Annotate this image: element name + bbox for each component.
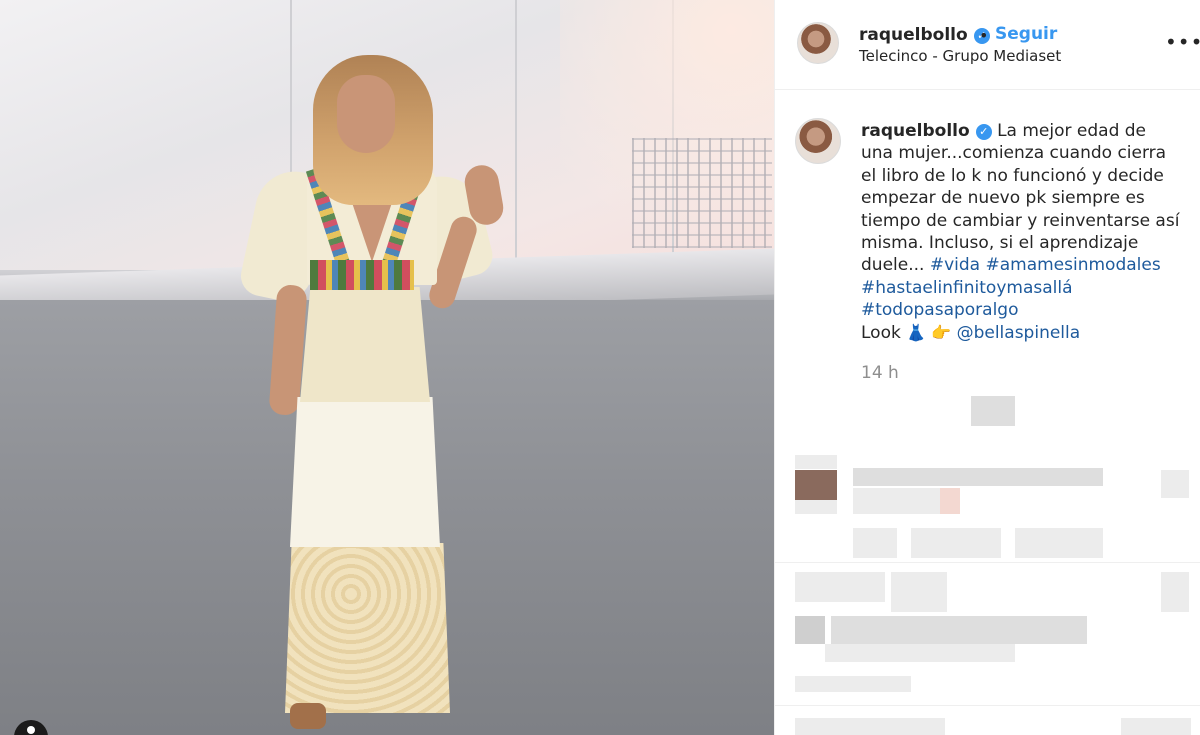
post-side-panel: raquelbollo ✓ • Seguir Telecinco - Grupo … bbox=[774, 0, 1200, 735]
more-horizontal-icon[interactable]: ••• bbox=[1165, 30, 1200, 54]
pixelated-like bbox=[1161, 572, 1189, 612]
avatar[interactable] bbox=[797, 22, 839, 64]
look-label: Look bbox=[861, 322, 901, 343]
pixelated-block bbox=[795, 718, 945, 735]
username-text[interactable]: raquelbollo bbox=[859, 25, 968, 45]
hashtag-link[interactable]: #todopasaporalgo bbox=[861, 300, 1019, 320]
pixelated-block bbox=[795, 572, 885, 602]
pixelated-comment bbox=[831, 616, 1087, 644]
pixelated-block bbox=[911, 528, 1001, 558]
instagram-post-view: raquelbollo ✓ • Seguir Telecinco - Grupo … bbox=[0, 0, 1200, 735]
hashtag-link[interactable]: #vida bbox=[930, 255, 980, 275]
pixelated-comment bbox=[853, 488, 953, 514]
pixelated-avatar bbox=[795, 470, 837, 500]
caption-body: La mejor edad de una mujer...comienza cu… bbox=[861, 121, 1180, 276]
caption-emojis: 👗 👉 bbox=[906, 322, 952, 342]
pixelated-avatar bbox=[795, 616, 825, 644]
separator-dot: • bbox=[979, 26, 989, 45]
follow-button[interactable]: Seguir bbox=[995, 24, 1057, 44]
pixelated-comment bbox=[940, 488, 960, 514]
hashtag-link[interactable]: #amamesinmodales bbox=[985, 255, 1160, 275]
caption-username[interactable]: raquelbollo bbox=[861, 121, 970, 141]
pixelated-block bbox=[1121, 718, 1191, 735]
pixelated-block bbox=[891, 572, 947, 612]
post-photo[interactable] bbox=[0, 0, 774, 735]
dress-skirt-lace bbox=[285, 543, 450, 713]
pixelated-comment bbox=[825, 644, 1015, 662]
dress-skirt-middle bbox=[290, 397, 440, 547]
caption-text: raquelbollo ✓ La mejor edad de una mujer.… bbox=[861, 120, 1181, 344]
pixelated-block bbox=[795, 676, 911, 692]
post-header: raquelbollo ✓ • Seguir Telecinco - Grupo … bbox=[775, 0, 1200, 90]
pixelated-like bbox=[1161, 470, 1189, 498]
hashtag-link[interactable]: #hastaelinfinitoymasallá bbox=[861, 278, 1073, 298]
bike-rack bbox=[632, 138, 772, 248]
pixelated-block bbox=[1015, 528, 1103, 558]
pixelated-comment bbox=[853, 468, 1103, 486]
location-link[interactable]: Telecinco - Grupo Mediaset bbox=[859, 47, 1061, 65]
mention-link[interactable]: @bellaspinella bbox=[957, 323, 1081, 343]
embroidered-belt bbox=[310, 260, 414, 290]
woman-figure bbox=[237, 55, 515, 735]
pixelated-block bbox=[795, 455, 837, 469]
post-timestamp[interactable]: 14 h bbox=[861, 363, 899, 383]
verified-badge-icon: ✓ bbox=[975, 124, 992, 140]
shoe bbox=[290, 703, 326, 729]
pixelated-block bbox=[971, 396, 1015, 426]
divider bbox=[775, 705, 1200, 706]
pixelated-block bbox=[853, 528, 897, 558]
pixelated-block bbox=[795, 500, 837, 514]
dress-skirt-top bbox=[300, 287, 430, 402]
divider bbox=[775, 562, 1200, 563]
face bbox=[337, 75, 395, 153]
header-username[interactable]: raquelbollo ✓ bbox=[859, 25, 990, 45]
wall-panel-line bbox=[515, 0, 517, 270]
caption-avatar[interactable] bbox=[795, 118, 841, 164]
